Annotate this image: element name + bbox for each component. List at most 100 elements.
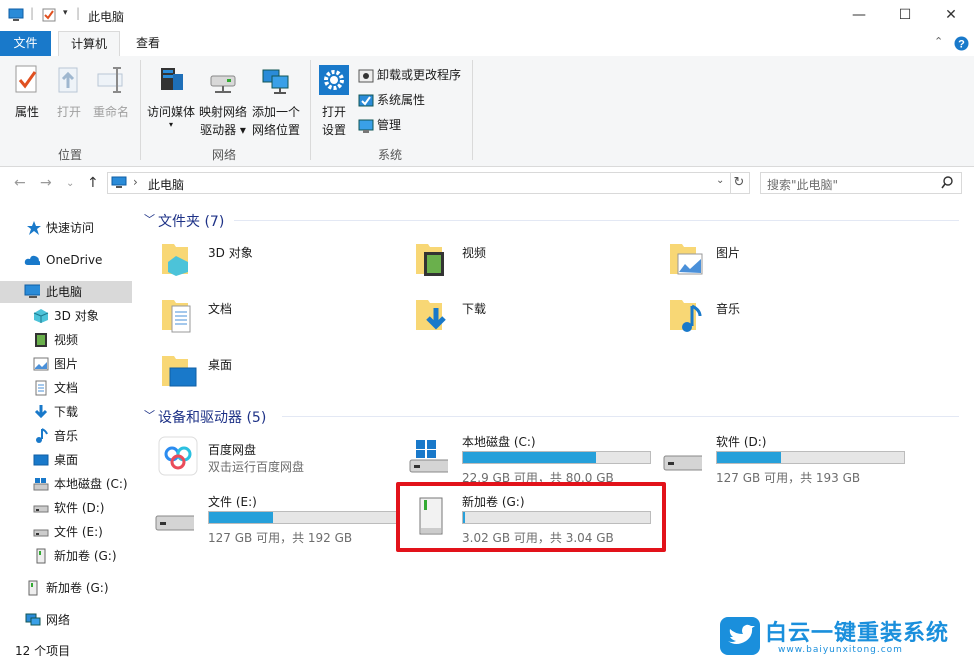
desktop-folder-icon [162,356,197,387]
address-dropdown-icon[interactable]: ⌄ [716,175,724,186]
nav-label: 音乐 [54,429,79,443]
nav-new-volume[interactable]: 新加卷 (G:) [0,577,132,599]
drive-d-item[interactable]: 软件 (D:) 127 GB 可用，共 193 GB [662,430,912,486]
3d-objects-folder-icon [162,244,188,276]
tab-computer[interactable]: 计算机 [58,31,121,57]
music-folder-icon [670,300,702,332]
search-icon [941,176,953,189]
download-icon [34,405,48,419]
properties-label: 属性 [14,105,39,119]
drive-usage-fill [209,512,273,523]
map-drive-label-1: 映射网络 [198,105,247,119]
forward-icon[interactable]: → [40,175,52,191]
watermark-brand: 白云一键重装系统 [765,620,950,645]
folders-header[interactable]: 文件夹 (7) [158,211,224,231]
nav-documents[interactable]: 文档 [0,377,132,399]
system-properties-button[interactable]: 系统属性 [358,89,425,111]
drive-name: 文件 (E:) [208,495,257,509]
properties-quick-icon[interactable] [42,8,56,22]
refresh-icon[interactable]: ↻ [729,172,750,194]
item-count: 12 个项目 [15,644,71,658]
uninstall-button[interactable]: 卸载或更改程序 [358,64,461,86]
nav-videos[interactable]: 视频 [0,329,132,351]
manage-button[interactable]: 管理 [358,114,401,136]
map-drive-button[interactable]: 映射网络 驱动器 ▾ [198,64,248,139]
video-folder-icon [416,244,444,276]
up-icon[interactable]: ↑ [87,175,99,191]
baidu-netdisk-item[interactable]: 百度网盘 双击运行百度网盘 [158,436,398,484]
open-settings-label-2: 设置 [321,123,346,137]
folder-item-desktop[interactable]: 桌面 [158,350,388,398]
group-separator [310,60,311,160]
windows-drive-icon [409,440,448,473]
documents-folder-icon [162,300,191,333]
access-media-button[interactable]: 访问媒体 ▾ [146,64,196,129]
nav-onedrive[interactable]: OneDrive [0,249,132,271]
nav-music[interactable]: 音乐 [0,425,132,447]
recent-locations-icon[interactable]: ⌄ [66,178,74,189]
pictures-icon [33,357,49,371]
maximize-button[interactable]: ☐ [882,0,928,31]
close-button[interactable]: ✕ [928,0,974,31]
nav-drive-e[interactable]: 文件 (E:) [0,521,132,543]
system-properties-icon [358,94,374,106]
group-separator [472,60,473,160]
nav-pictures[interactable]: 图片 [0,353,132,375]
open-button[interactable]: 打开 [52,64,86,121]
title-bar: | ▾ | 此电脑 — ☐ ✕ [0,0,974,31]
collapse-chevron-icon[interactable]: ﹀ [144,211,155,227]
tab-view[interactable]: 查看 [124,31,172,56]
folder-item-3d[interactable]: 3D 对象 [158,238,388,286]
collapse-ribbon-icon[interactable]: ⌃ [934,35,943,48]
highlight-box [396,482,666,552]
breadcrumb-this-pc[interactable]: 此电脑 [148,176,184,193]
nav-label: 桌面 [54,453,79,467]
nav-network[interactable]: 网络 [0,609,132,631]
drive-icon [33,529,49,537]
folder-item-downloads[interactable]: 下载 [412,294,642,342]
baidu-netdisk-desc: 双击运行百度网盘 [208,460,305,474]
open-label: 打开 [56,105,81,119]
drive-icon [663,455,702,471]
back-icon[interactable]: ← [14,175,26,191]
folder-item-documents[interactable]: 文档 [158,294,388,342]
nav-label: 本地磁盘 (C:) [54,477,128,491]
nav-desktop[interactable]: 桌面 [0,449,132,471]
nav-3d-objects[interactable]: 3D 对象 [0,305,132,327]
drives-header[interactable]: 设备和驱动器 (5) [158,407,266,427]
nav-drive-g[interactable]: 新加卷 (G:) [0,545,132,567]
media-icon [161,68,183,90]
folder-label: 音乐 [716,302,741,316]
address-input[interactable]: › 此电脑 ⌄ [107,172,731,194]
folder-item-videos[interactable]: 视频 [412,238,642,286]
properties-button[interactable]: 属性 [10,64,44,121]
desktop-icon [33,454,49,466]
nav-quick-access[interactable]: 快速访问 [0,217,132,239]
drive-c-item[interactable]: 本地磁盘 (C:) 22.9 GB 可用，共 80.0 GB [408,430,658,486]
rename-icon [97,67,123,93]
music-icon [36,428,48,443]
rename-button[interactable]: 重命名 [90,64,132,121]
minimize-button[interactable]: — [836,0,882,31]
nav-label: 新加卷 (G:) [46,581,109,595]
folder-item-music[interactable]: 音乐 [666,294,896,342]
folder-item-pictures[interactable]: 图片 [666,238,896,286]
search-input[interactable]: 搜索"此电脑" [760,172,962,194]
nav-drive-c[interactable]: 本地磁盘 (C:) [0,473,132,495]
nav-this-pc[interactable]: 此电脑 [0,281,132,303]
drive-e-item[interactable]: 文件 (E:) 127 GB 可用，共 192 GB [154,490,404,546]
breadcrumb-chevron-icon[interactable]: › [133,175,138,189]
collapse-chevron-icon[interactable]: ﹀ [144,407,155,423]
group-network-label: 网络 [211,148,236,162]
nav-label: 文件 (E:) [54,525,103,539]
nav-downloads[interactable]: 下载 [0,401,132,423]
open-settings-button[interactable]: 打开 设置 [316,64,352,139]
qat-dropdown-icon[interactable]: ▾ [63,8,68,18]
open-icon [58,67,78,93]
tab-file[interactable]: 文件 [0,31,51,56]
baidu-netdisk-icon [158,436,198,476]
watermark: 白云一键重装系统 www.baiyunxitong.com [718,613,968,661]
add-network-location-button[interactable]: 添加一个 网络位置 [250,64,302,139]
help-icon[interactable]: ? [954,36,969,51]
nav-drive-d[interactable]: 软件 (D:) [0,497,132,519]
